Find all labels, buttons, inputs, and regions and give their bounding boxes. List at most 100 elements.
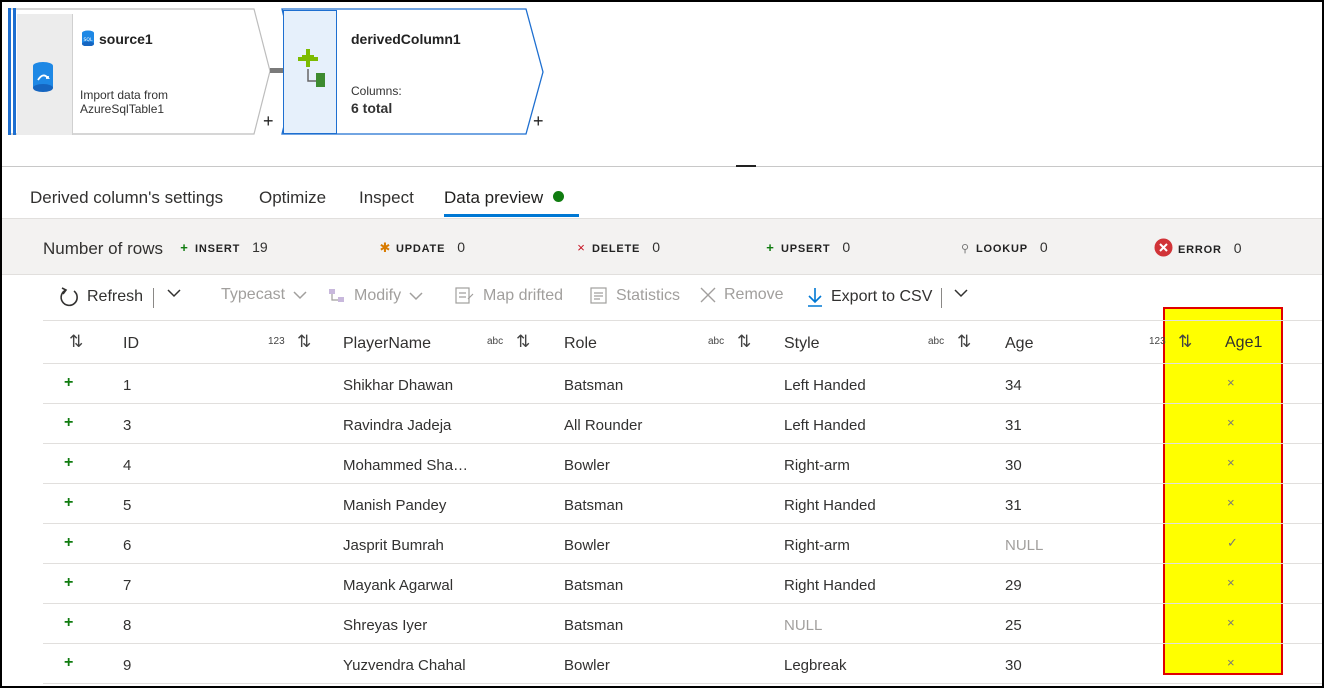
delete-value: 0 [652,239,660,255]
cell-role: Batsman [564,617,624,634]
row-counts-bar: Number of rows + INSERT 19 ✱ UPDATE 0 × DELET… [2,218,1322,275]
table-row[interactable]: +9 Yuzvendra Chahal Bowler Legbreak 30 [43,644,1322,684]
derived-column-node[interactable]: derivedColumn1 Columns: 6 total + [281,8,549,136]
panel-resize-handle[interactable] [736,165,756,167]
modify-label: Modify [354,287,402,304]
sort-all-icon[interactable]: ⇅ [69,332,83,352]
toolbar-separator [153,288,154,308]
update-label: UPDATE [396,243,446,255]
tab-bar: Derived column's settings Optimize Inspe… [2,168,1322,218]
sql-icon: SQL [82,30,94,46]
cell-age: 34 [1005,377,1022,394]
cell-role: Bowler [564,457,610,474]
source-node-title[interactable]: source1 [99,31,153,47]
modify-button[interactable]: Modify [327,286,424,306]
map-drifted-button[interactable]: Map drifted [454,286,563,306]
chevron-down-icon [293,291,307,300]
cell-age: 30 [1005,657,1022,674]
more-options-chevron-icon[interactable] [165,284,183,302]
error-icon [1154,238,1173,257]
table-row[interactable]: +8 Shreyas Iyer Batsman NULL 25 [43,604,1322,644]
cell-style: Right Handed [784,497,876,514]
column-header-style[interactable]: Style [784,335,820,353]
cell-role: Batsman [564,377,624,394]
active-tab-indicator [444,214,579,217]
cell-age: 25 [1005,617,1022,634]
sort-style-icon[interactable]: ⇅ [957,332,971,352]
insert-value: 19 [252,239,268,255]
map-drifted-icon [455,287,474,304]
derived-node-title[interactable]: derivedColumn1 [351,31,461,47]
source-add-button[interactable]: + [263,111,274,132]
table-row[interactable]: +5 Manish Pandey Batsman Right Handed 31 [43,484,1322,524]
statistics-label: Statistics [616,287,681,304]
source-node-desc-2: AzureSqlTable1 [80,102,165,116]
cell-id: 1 [123,377,132,394]
status-dot-icon [553,191,565,202]
refresh-icon [60,287,78,307]
tab-inspect[interactable]: Inspect [359,188,414,208]
tab-optimize[interactable]: Optimize [259,188,326,208]
lookup-label: LOOKUP [976,243,1028,255]
type-number-icon: 123 [1149,336,1166,347]
error-label: ERROR [1178,244,1222,256]
table-row[interactable]: +3 Ravindra Jadeja All Rounder Left Handed 3… [43,404,1322,444]
table-row[interactable]: +6 Jasprit Bumrah Bowler Right-arm NULL [43,524,1322,564]
cell-role: Batsman [564,577,624,594]
remove-button[interactable]: Remove [699,286,784,304]
cell-id: 4 [123,457,132,474]
cell-playername: Shikhar Dhawan [343,377,454,394]
statistics-button[interactable]: Statistics [589,286,680,306]
table-row[interactable]: +1 Shikhar Dhawan Batsman Left Handed 34 [43,364,1322,404]
column-header-id[interactable]: ID [123,335,139,353]
cell-age: 31 [1005,417,1022,434]
rows-count-label: Number of rows [43,239,163,258]
cell-style: Left Handed [784,417,866,434]
close-icon [700,287,716,303]
typecast-label: Typecast [221,286,286,303]
insert-row-icon: + [64,414,74,431]
insert-row-icon: + [64,374,74,391]
column-header-age[interactable]: Age [1005,335,1033,353]
flow-canvas[interactable]: SQL source1 Import data from AzureSqlTab… [2,2,1322,167]
typecast-button[interactable]: Typecast [221,286,308,304]
cell-id: 3 [123,417,132,434]
chevron-down-icon [409,292,423,301]
type-string-icon: abc [928,336,945,347]
error-count: ERROR 0 [1154,238,1242,257]
table-row[interactable]: +4 Mohammed Sha… Bowler Right-arm 30 [43,444,1322,484]
refresh-button[interactable]: Refresh [58,286,143,308]
column-header-playername[interactable]: PlayerName [343,335,431,353]
cell-playername: Shreyas Iyer [343,617,428,634]
column-header-age1[interactable]: Age1 [1225,334,1262,352]
tab-data-preview[interactable]: Data preview [444,188,565,208]
sort-age-icon[interactable]: ⇅ [1178,332,1192,352]
insert-row-icon: + [64,454,74,471]
export-csv-button[interactable]: Export to CSV [806,286,932,308]
cell-id: 5 [123,497,132,514]
column-header-role[interactable]: Role [564,335,597,353]
sort-playername-icon[interactable]: ⇅ [516,332,530,352]
cell-id: 9 [123,657,132,674]
export-options-chevron-icon[interactable] [952,284,970,302]
derived-add-button[interactable]: + [533,111,544,132]
error-value: 0 [1233,240,1242,256]
cell-playername: Mayank Agarwal [343,577,454,594]
sort-role-icon[interactable]: ⇅ [737,332,751,352]
derived-icon-box [283,10,337,134]
source-node-desc-1: Import data from [80,88,169,102]
cell-style: Right-arm [784,457,850,474]
source-node[interactable]: SQL source1 Import data from AzureSqlTab… [8,8,274,135]
cell-age: 30 [1005,457,1022,474]
tab-derived-settings[interactable]: Derived column's settings [30,188,223,208]
cross-icon: × [1227,655,1235,670]
type-string-icon: abc [708,336,725,347]
cell-age: 31 [1005,497,1022,514]
cell-id: 6 [123,537,132,554]
grid-header-row: ⇅ ID 123 ⇅ PlayerName abc ⇅ Role abc ⇅ S… [43,320,1322,364]
cell-playername: Mohammed Sha… [343,457,469,474]
insert-row-icon: + [64,614,74,631]
table-row[interactable]: +7 Mayank Agarwal Batsman Right Handed 29 [43,564,1322,604]
sort-id-icon[interactable]: ⇅ [297,332,311,352]
derived-column-icon [298,49,325,87]
